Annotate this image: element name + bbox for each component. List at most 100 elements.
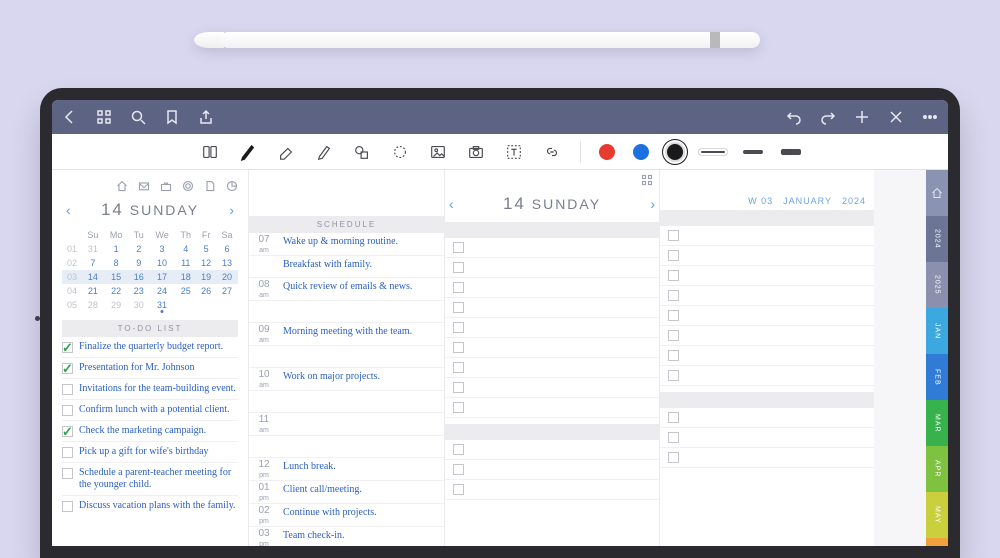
schedule-row[interactable]: 07amWake up & morning routine. — [249, 233, 444, 256]
side-tab[interactable]: MAR — [926, 400, 948, 446]
check-row[interactable] — [660, 266, 874, 286]
schedule-row[interactable]: 01pmClient call/meeting. — [249, 481, 444, 504]
checkbox[interactable] — [62, 342, 73, 353]
check-row[interactable] — [445, 480, 659, 500]
more-icon[interactable] — [922, 109, 938, 125]
week-label[interactable]: W 03 — [748, 196, 773, 206]
check-row[interactable] — [660, 408, 874, 428]
check-row[interactable] — [660, 448, 874, 468]
year-label[interactable]: 2024 — [842, 196, 866, 206]
chart-icon[interactable] — [226, 180, 238, 192]
side-tab[interactable]: APR — [926, 446, 948, 492]
side-tab[interactable]: 2024 — [926, 216, 948, 262]
side-tab[interactable]: MAY — [926, 492, 948, 538]
side-tab[interactable]: FEB — [926, 354, 948, 400]
grid-icon[interactable] — [96, 109, 112, 125]
pen-tool-icon[interactable] — [238, 142, 258, 162]
image-tool-icon[interactable] — [428, 142, 448, 162]
checkbox[interactable] — [62, 426, 73, 437]
checkbox[interactable] — [453, 402, 464, 413]
checkbox[interactable] — [668, 270, 679, 281]
todo-item[interactable]: Schedule a parent-teacher meeting for th… — [62, 463, 238, 496]
checkbox[interactable] — [453, 362, 464, 373]
schedule-row[interactable]: 11am — [249, 413, 444, 436]
check-row[interactable] — [445, 460, 659, 480]
checkbox[interactable] — [453, 242, 464, 253]
checkbox[interactable] — [453, 382, 464, 393]
todo-item[interactable]: Pick up a gift for wife's birthday — [62, 442, 238, 463]
checkbox[interactable] — [668, 350, 679, 361]
check-row[interactable] — [445, 398, 659, 418]
check-row[interactable] — [660, 346, 874, 366]
check-row[interactable] — [660, 428, 874, 448]
schedule-row[interactable]: Breakfast with family. — [249, 256, 444, 278]
checkbox[interactable] — [668, 310, 679, 321]
bookmark-icon[interactable] — [164, 109, 180, 125]
schedule-row[interactable] — [249, 391, 444, 413]
schedule-row[interactable]: 12pmLunch break. — [249, 458, 444, 481]
check-row[interactable] — [660, 246, 874, 266]
check-row[interactable] — [445, 278, 659, 298]
search-icon[interactable] — [130, 109, 146, 125]
checkbox[interactable] — [62, 468, 73, 479]
checkbox[interactable] — [668, 432, 679, 443]
eraser-tool-icon[interactable] — [276, 142, 296, 162]
checkbox[interactable] — [668, 250, 679, 261]
check-row[interactable] — [445, 338, 659, 358]
checkbox[interactable] — [453, 322, 464, 333]
checkbox[interactable] — [668, 412, 679, 423]
check-row[interactable] — [445, 378, 659, 398]
side-tab[interactable]: 2025 — [926, 262, 948, 308]
schedule-row[interactable]: 10amWork on major projects. — [249, 368, 444, 391]
schedule-row[interactable] — [249, 301, 444, 323]
month-label[interactable]: JANUARY — [783, 196, 832, 206]
side-tab[interactable]: JUN — [926, 538, 948, 546]
add-icon[interactable] — [854, 109, 870, 125]
shapes-tool-icon[interactable] — [352, 142, 372, 162]
todo-item[interactable]: Discuss vacation plans with the family. — [62, 496, 238, 516]
check-row[interactable] — [660, 226, 874, 246]
check-row[interactable] — [660, 326, 874, 346]
check-row[interactable] — [445, 440, 659, 460]
close-icon[interactable] — [888, 109, 904, 125]
briefcase-icon[interactable] — [160, 180, 172, 192]
redo-icon[interactable] — [820, 109, 836, 125]
check-row[interactable] — [660, 306, 874, 326]
stroke-thin[interactable] — [701, 151, 725, 153]
checkbox[interactable] — [62, 501, 73, 512]
check-row[interactable] — [445, 258, 659, 278]
mini-calendar[interactable]: SuMoTuWeThFrSa01311234560278910111213031… — [62, 228, 238, 312]
schedule-row[interactable]: 02pmContinue with projects. — [249, 504, 444, 527]
undo-icon[interactable] — [786, 109, 802, 125]
todo-item[interactable]: Finalize the quarterly budget report. — [62, 337, 238, 358]
pages-tool-icon[interactable] — [200, 142, 220, 162]
doc-icon[interactable] — [204, 180, 216, 192]
home-icon[interactable] — [116, 180, 128, 192]
next-day-icon[interactable]: › — [229, 202, 234, 218]
target-icon[interactable] — [182, 180, 194, 192]
schedule-row[interactable] — [249, 436, 444, 458]
check-row[interactable] — [445, 238, 659, 258]
checkbox[interactable] — [62, 363, 73, 374]
next-day-icon-2[interactable]: › — [650, 196, 655, 212]
color-swatch-red[interactable] — [599, 144, 615, 160]
todo-item[interactable]: Invitations for the team-building event. — [62, 379, 238, 400]
checkbox[interactable] — [453, 302, 464, 313]
back-icon[interactable] — [62, 109, 78, 125]
mail-icon[interactable] — [138, 180, 150, 192]
checkbox[interactable] — [668, 230, 679, 241]
check-row[interactable] — [445, 298, 659, 318]
lasso-tool-icon[interactable] — [390, 142, 410, 162]
checkbox[interactable] — [668, 330, 679, 341]
check-row[interactable] — [445, 318, 659, 338]
checkbox[interactable] — [453, 444, 464, 455]
side-tab[interactable]: JAN — [926, 308, 948, 354]
todo-item[interactable]: Confirm lunch with a potential client. — [62, 400, 238, 421]
todo-item[interactable]: Presentation for Mr. Johnson — [62, 358, 238, 379]
check-row[interactable] — [660, 366, 874, 386]
checkbox[interactable] — [453, 484, 464, 495]
checkbox[interactable] — [453, 464, 464, 475]
checkbox[interactable] — [668, 290, 679, 301]
checkbox[interactable] — [453, 342, 464, 353]
grid-small-icon[interactable] — [641, 174, 653, 186]
